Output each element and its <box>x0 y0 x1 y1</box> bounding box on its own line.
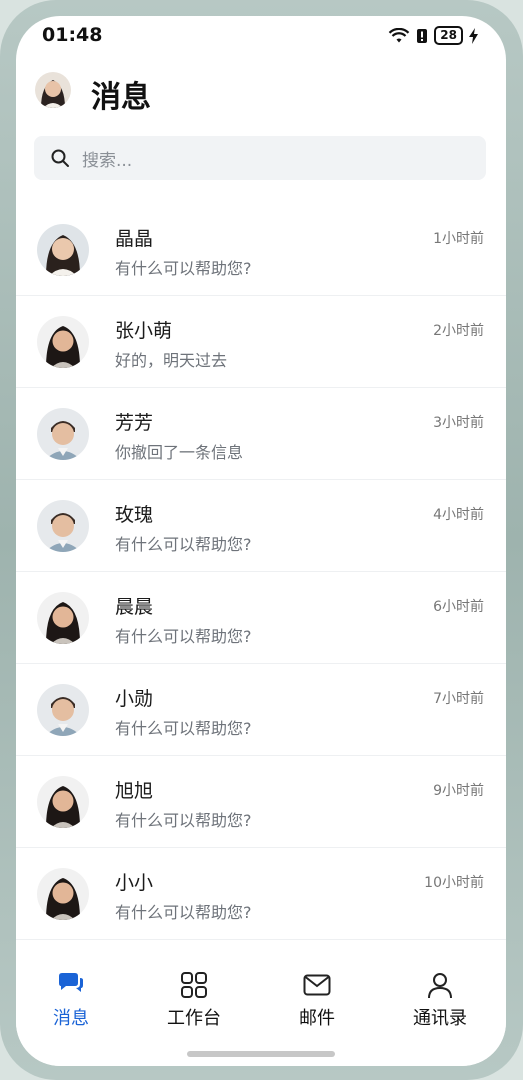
chat-timestamp: 2小时前 <box>433 323 484 339</box>
chat-name: 晶晶 <box>115 228 154 250</box>
woman-avatar <box>37 592 89 644</box>
chat-timestamp: 3小时前 <box>433 415 484 431</box>
contacts-icon <box>428 973 452 999</box>
chat-list: 晶晶 有什么可以帮助您? 1小时前 张小萌 好的，明天过去 2小时前 芳芳 你撤… <box>16 204 506 940</box>
tab-contacts[interactable]: 通讯录 <box>390 970 490 1030</box>
chat-timestamp: 4小时前 <box>433 507 484 523</box>
chat-message-preview: 有什么可以帮助您? <box>115 719 252 738</box>
woman-avatar <box>37 776 89 828</box>
alert-icon <box>416 28 428 44</box>
woman-avatar <box>37 316 89 368</box>
mail-icon <box>303 974 331 996</box>
chat-message-preview: 有什么可以帮助您? <box>115 259 252 278</box>
chat-timestamp: 10小时前 <box>424 875 484 891</box>
chat-message-preview: 有什么可以帮助您? <box>115 535 252 554</box>
tab-messages[interactable]: 消息 <box>21 970 121 1030</box>
chat-list-item[interactable]: 小小 有什么可以帮助您? 10小时前 <box>16 848 506 940</box>
chat-timestamp: 9小时前 <box>433 783 484 799</box>
man-avatar <box>37 408 89 460</box>
user-avatar[interactable] <box>35 72 71 108</box>
header: 消息 <box>16 66 506 126</box>
grid-icon <box>181 972 207 998</box>
chat-name: 旭旭 <box>115 780 154 802</box>
chat-name: 张小萌 <box>115 320 173 342</box>
tab-mail[interactable]: 邮件 <box>267 970 367 1030</box>
woman-avatar <box>37 224 89 276</box>
chat-list-item[interactable]: 小勋 有什么可以帮助您? 7小时前 <box>16 664 506 756</box>
nav-label: 工作台 <box>167 1008 221 1029</box>
status-icons: 28 <box>388 26 478 45</box>
phone-frame: 01:48 28 消息 搜索... 晶晶 有什么可以帮助您? 1小时前 张小萌 … <box>0 0 523 1080</box>
chat-message-preview: 你撤回了一条信息 <box>115 443 244 462</box>
search-input[interactable]: 搜索... <box>34 136 486 180</box>
nav-label: 通讯录 <box>413 1008 467 1029</box>
chat-name: 芳芳 <box>115 412 154 434</box>
nav-label: 消息 <box>53 1008 89 1029</box>
chat-message-preview: 有什么可以帮助您? <box>115 903 252 922</box>
chat-list-item[interactable]: 玫瑰 有什么可以帮助您? 4小时前 <box>16 480 506 572</box>
chat-name: 小小 <box>115 872 154 894</box>
chat-name: 小勋 <box>115 688 154 710</box>
man-avatar <box>37 500 89 552</box>
chat-message-preview: 有什么可以帮助您? <box>115 811 252 830</box>
chat-name: 玫瑰 <box>115 504 154 526</box>
chat-timestamp: 6小时前 <box>433 599 484 615</box>
charging-icon <box>469 27 478 44</box>
chat-list-item[interactable]: 张小萌 好的，明天过去 2小时前 <box>16 296 506 388</box>
home-indicator <box>187 1051 335 1057</box>
page-title: 消息 <box>91 80 151 115</box>
search-placeholder: 搜索... <box>82 150 133 171</box>
chat-list-item[interactable]: 芳芳 你撤回了一条信息 3小时前 <box>16 388 506 480</box>
wifi-icon <box>388 27 410 44</box>
app-screen: 01:48 28 消息 搜索... 晶晶 有什么可以帮助您? 1小时前 张小萌 … <box>16 16 506 1066</box>
chat-list-item[interactable]: 晨晨 有什么可以帮助您? 6小时前 <box>16 572 506 664</box>
chat-timestamp: 7小时前 <box>433 691 484 707</box>
status-time: 01:48 <box>42 24 103 46</box>
chat-message-preview: 有什么可以帮助您? <box>115 627 252 646</box>
chat-bubbles-icon <box>59 973 83 992</box>
chat-message-preview: 好的，明天过去 <box>115 351 228 370</box>
chat-timestamp: 1小时前 <box>433 231 484 247</box>
tab-workbench[interactable]: 工作台 <box>144 970 244 1030</box>
bottom-navigation: 消息 工作台 邮件 通讯录 <box>16 954 506 1066</box>
search-icon <box>51 149 69 167</box>
battery-icon: 28 <box>434 26 463 45</box>
chat-name: 晨晨 <box>115 596 154 618</box>
status-bar: 01:48 28 <box>16 16 506 56</box>
nav-label: 邮件 <box>299 1008 335 1029</box>
chat-list-item[interactable]: 晶晶 有什么可以帮助您? 1小时前 <box>16 204 506 296</box>
man-avatar <box>37 684 89 736</box>
woman-avatar <box>37 868 89 920</box>
chat-list-item[interactable]: 旭旭 有什么可以帮助您? 9小时前 <box>16 756 506 848</box>
